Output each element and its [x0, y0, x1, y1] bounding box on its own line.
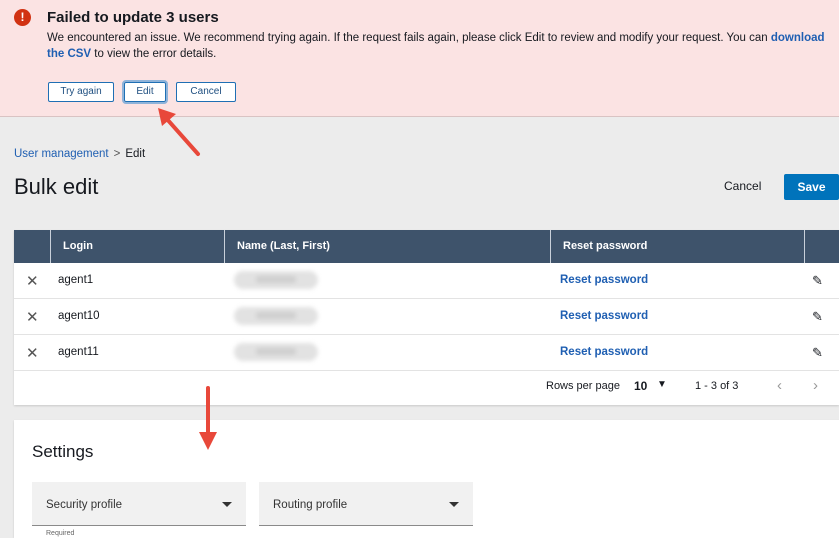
breadcrumb-current: Edit: [125, 148, 146, 160]
column-header-name[interactable]: Name (Last, First): [224, 230, 550, 263]
settings-panel: Settings Security profile Routing profil…: [14, 420, 839, 538]
exclamation-icon: !: [14, 9, 31, 26]
next-page-icon[interactable]: ›: [813, 377, 818, 394]
caret-down-icon: [222, 502, 232, 507]
page-title: Bulk edit: [14, 174, 99, 199]
breadcrumb-user-management[interactable]: User management: [14, 148, 109, 160]
name-cell-redacted: [234, 343, 318, 361]
name-cell-redacted: [234, 271, 318, 289]
column-header-reset-password[interactable]: Reset password: [550, 230, 804, 263]
login-cell: agent1: [58, 274, 94, 286]
error-banner: ! Failed to update 3 users We encountere…: [0, 0, 839, 117]
routing-profile-label: Routing profile: [273, 499, 348, 511]
pagination: Rows per page 10 ▼ 1 - 3 of 3 ‹ ›: [14, 371, 839, 405]
reset-password-link[interactable]: Reset password: [560, 346, 648, 358]
reset-password-link[interactable]: Reset password: [560, 310, 648, 322]
pencil-icon[interactable]: ✎: [812, 309, 823, 325]
annotation-arrow-icon: [199, 386, 217, 450]
banner-message-suffix: to view the error details.: [94, 48, 217, 60]
rows-per-page-label: Rows per page: [546, 380, 620, 392]
login-cell: agent10: [58, 310, 100, 322]
banner-title: Failed to update 3 users: [47, 9, 219, 26]
name-cell-redacted: [234, 307, 318, 325]
remove-icon[interactable]: ✕: [26, 344, 39, 362]
remove-icon[interactable]: ✕: [26, 272, 39, 290]
column-header-login[interactable]: Login: [50, 230, 224, 263]
try-again-button[interactable]: Try again: [48, 82, 114, 102]
banner-message-text: We encountered an issue. We recommend tr…: [47, 32, 768, 44]
pencil-icon[interactable]: ✎: [812, 273, 823, 289]
chevron-right-icon: >: [113, 148, 121, 160]
save-button[interactable]: Save: [784, 174, 839, 200]
pencil-icon[interactable]: ✎: [812, 345, 823, 361]
breadcrumb: User management > Edit: [14, 148, 145, 160]
cancel-button[interactable]: Cancel: [724, 179, 761, 193]
table-row: ✕ agent11 Reset password ✎: [14, 335, 839, 371]
table-row: ✕ agent10 Reset password ✎: [14, 299, 839, 335]
banner-cancel-button[interactable]: Cancel: [176, 82, 236, 102]
users-table: Login Name (Last, First) Reset password …: [14, 230, 839, 405]
routing-profile-select[interactable]: Routing profile: [259, 482, 473, 526]
column-header-select: [14, 230, 50, 263]
remove-icon[interactable]: ✕: [26, 308, 39, 326]
settings-title: Settings: [32, 442, 94, 461]
page-range: 1 - 3 of 3: [695, 380, 739, 392]
previous-page-icon[interactable]: ‹: [777, 377, 782, 394]
column-header-actions: [804, 230, 839, 263]
table-header: Login Name (Last, First) Reset password: [14, 230, 839, 263]
table-row: ✕ agent1 Reset password ✎: [14, 263, 839, 299]
chevron-down-icon[interactable]: ▼: [657, 379, 667, 390]
caret-down-icon: [449, 502, 459, 507]
login-cell: agent11: [58, 346, 99, 358]
security-profile-select[interactable]: Security profile: [32, 482, 246, 526]
required-hint: Required: [46, 530, 75, 537]
reset-password-link[interactable]: Reset password: [560, 274, 648, 286]
security-profile-label: Security profile: [46, 499, 123, 511]
annotation-arrow-icon: [158, 108, 200, 156]
edit-button[interactable]: Edit: [122, 80, 168, 104]
rows-per-page-select[interactable]: 10: [634, 379, 647, 393]
banner-message: We encountered an issue. We recommend tr…: [47, 30, 827, 62]
